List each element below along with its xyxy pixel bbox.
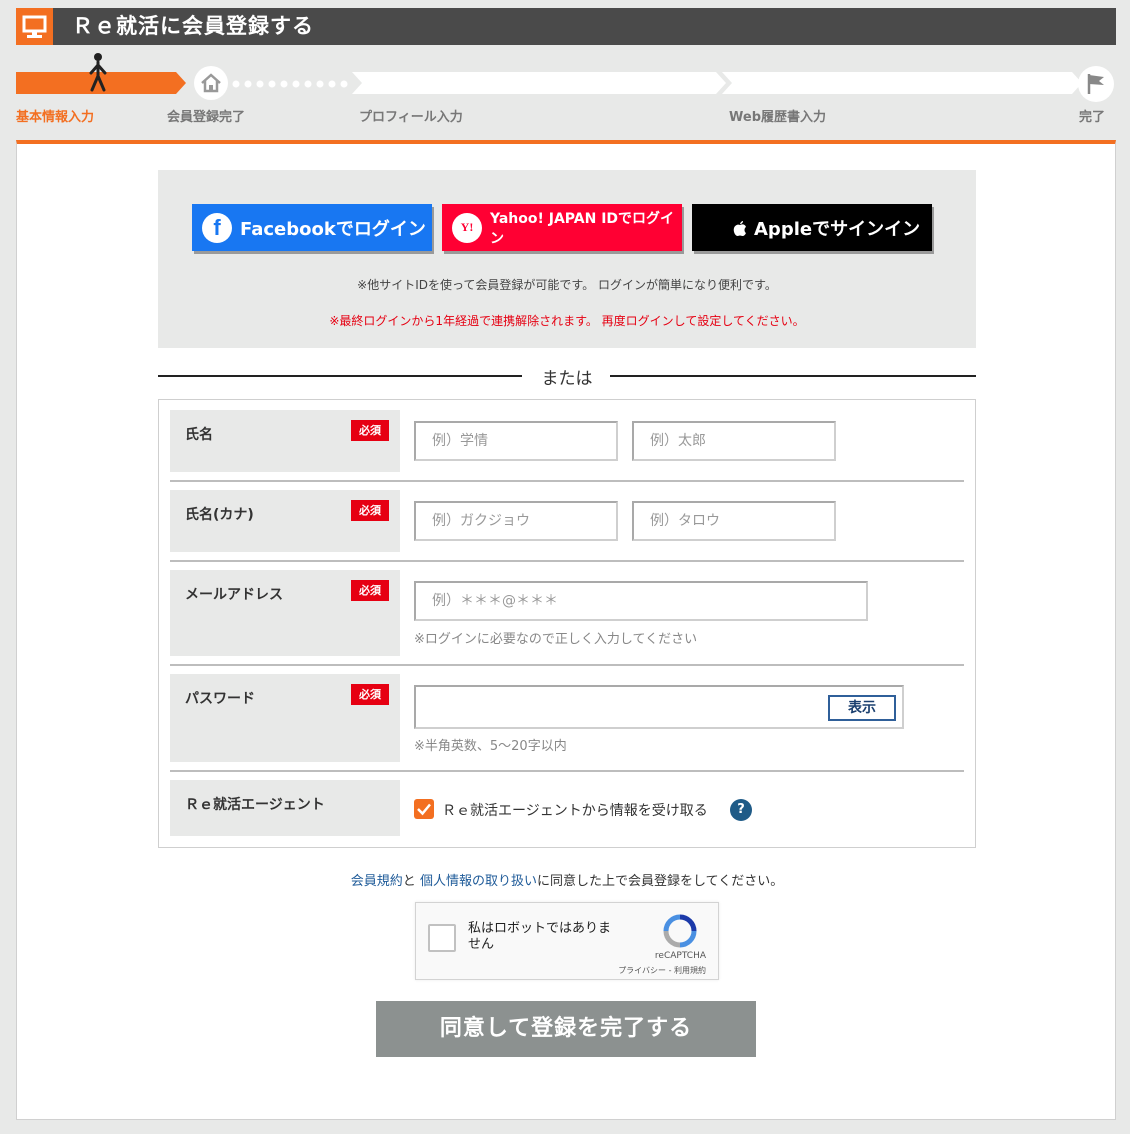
- social-login-warning: ※最終ログインから1年経過で連携解除されます。 再度ログインして設定してください…: [329, 314, 805, 328]
- apple-login-button[interactable]: Appleでサインイン: [692, 204, 932, 251]
- required-badge: 必須: [351, 420, 389, 441]
- walking-person-icon: [86, 52, 110, 92]
- kana-label: 氏名(カナ): [185, 507, 254, 523]
- or-text: または: [541, 369, 593, 389]
- terms-text: 会員規約と 個人情報の取り扱いに同意した上で会員登録をしてください。: [350, 874, 784, 889]
- terms-link[interactable]: 会員規約: [351, 874, 403, 889]
- email-label: メールアドレス: [185, 587, 283, 603]
- check-icon: [417, 803, 431, 816]
- agent-checkbox-label[interactable]: Ｒｅ就活エージェントから情報を受け取る: [442, 800, 708, 820]
- required-badge: 必須: [351, 684, 389, 705]
- form-row-name: 氏名 必須 例）学情 例）太郎: [170, 410, 964, 482]
- facebook-login-label: Facebookでログイン: [240, 218, 426, 240]
- form-row-kana: 氏名(カナ) 必須 例）ガクジョウ 例）タロウ: [170, 490, 964, 562]
- help-icon[interactable]: ?: [730, 799, 752, 821]
- form-row-email: メールアドレス 必須 例）＊＊＊@＊＊＊ ※ログインに必要なので正しく入力してく…: [170, 570, 964, 666]
- or-divider: または: [158, 360, 976, 390]
- recaptcha-links[interactable]: プライバシー - 利用規約: [618, 965, 706, 976]
- recaptcha-brand: reCAPTCHA: [654, 951, 706, 961]
- name-label: 氏名: [185, 427, 213, 443]
- agent-label: Ｒｅ就活エージェント: [185, 797, 325, 813]
- page-title: Ｒｅ就活に会員登録する: [72, 14, 314, 38]
- page-header: Ｒｅ就活に会員登録する: [16, 8, 1116, 45]
- stepper-track: [16, 72, 1082, 94]
- password-input[interactable]: 表示: [414, 685, 904, 729]
- yahoo-login-label: Yahoo! JAPAN IDでログイン: [490, 210, 675, 247]
- apple-login-label: Appleでサインイン: [754, 218, 921, 240]
- flag-icon: [1078, 66, 1114, 102]
- recaptcha-label: 私はロボットではありません: [468, 921, 612, 952]
- recaptcha-icon: [662, 913, 698, 949]
- show-password-button[interactable]: 表示: [828, 695, 896, 721]
- facebook-icon: f: [202, 212, 232, 243]
- privacy-link[interactable]: 個人情報の取り扱い: [420, 874, 537, 889]
- first-name-input[interactable]: 例）太郎: [632, 421, 836, 461]
- social-login-box: f Facebookでログイン Y! Yahoo! JAPAN IDでログイン …: [158, 170, 976, 348]
- form-row-password: パスワード 必須 表示 ※半角英数、5〜20字以内: [170, 674, 964, 772]
- kana-label-cell: 氏名(カナ) 必須: [170, 490, 400, 552]
- recaptcha-checkbox[interactable]: [428, 924, 456, 952]
- required-badge: 必須: [351, 580, 389, 601]
- monitor-icon: [16, 8, 53, 45]
- registration-form: 氏名 必須 例）学情 例）太郎 氏名(カナ) 必須 例）ガクジョウ 例）タロウ …: [158, 399, 976, 848]
- step-profile: プロフィール入力: [359, 110, 463, 125]
- yahoo-icon: Y!: [452, 212, 482, 243]
- email-label-cell: メールアドレス 必須: [170, 570, 400, 656]
- password-label-cell: パスワード 必須: [170, 674, 400, 762]
- step-done: 完了: [1079, 110, 1106, 125]
- password-label: パスワード: [185, 691, 255, 707]
- agent-checkbox[interactable]: [414, 799, 434, 819]
- name-label-cell: 氏名 必須: [170, 410, 400, 472]
- submit-registration-button[interactable]: 同意して登録を完了する: [376, 1001, 756, 1057]
- form-row-agent: Ｒｅ就活エージェント Ｒｅ就活エージェントから情報を受け取る ?: [170, 780, 964, 836]
- required-badge: 必須: [351, 500, 389, 521]
- step-web-resume: Web履歴書入力: [729, 110, 826, 125]
- social-login-note: ※他サイトIDを使って会員登録が可能です。 ログインが簡単になり便利です。: [357, 278, 777, 292]
- step-basic-info: 基本情報入力: [16, 110, 95, 125]
- recaptcha-widget: 私はロボットではありません reCAPTCHA プライバシー - 利用規約: [415, 902, 719, 980]
- email-hint: ※ログインに必要なので正しく入力してください: [414, 632, 698, 647]
- apple-icon: [732, 213, 748, 243]
- registration-card: f Facebookでログイン Y! Yahoo! JAPAN IDでログイン …: [16, 140, 1116, 1120]
- home-icon: [194, 66, 228, 100]
- last-name-input[interactable]: 例）学情: [414, 421, 618, 461]
- email-input[interactable]: 例）＊＊＊@＊＊＊: [414, 581, 868, 621]
- first-name-kana-input[interactable]: 例）タロウ: [632, 501, 836, 541]
- progress-stepper: 基本情報入力 会員登録完了 プロフィール入力 Web履歴書入力 完了: [16, 53, 1116, 132]
- agent-label-cell: Ｒｅ就活エージェント: [170, 780, 400, 836]
- facebook-login-button[interactable]: f Facebookでログイン: [192, 204, 432, 251]
- password-hint: ※半角英数、5〜20字以内: [414, 739, 567, 754]
- last-name-kana-input[interactable]: 例）ガクジョウ: [414, 501, 618, 541]
- yahoo-login-button[interactable]: Y! Yahoo! JAPAN IDでログイン: [442, 204, 682, 251]
- step-registration-complete: 会員登録完了: [167, 110, 246, 125]
